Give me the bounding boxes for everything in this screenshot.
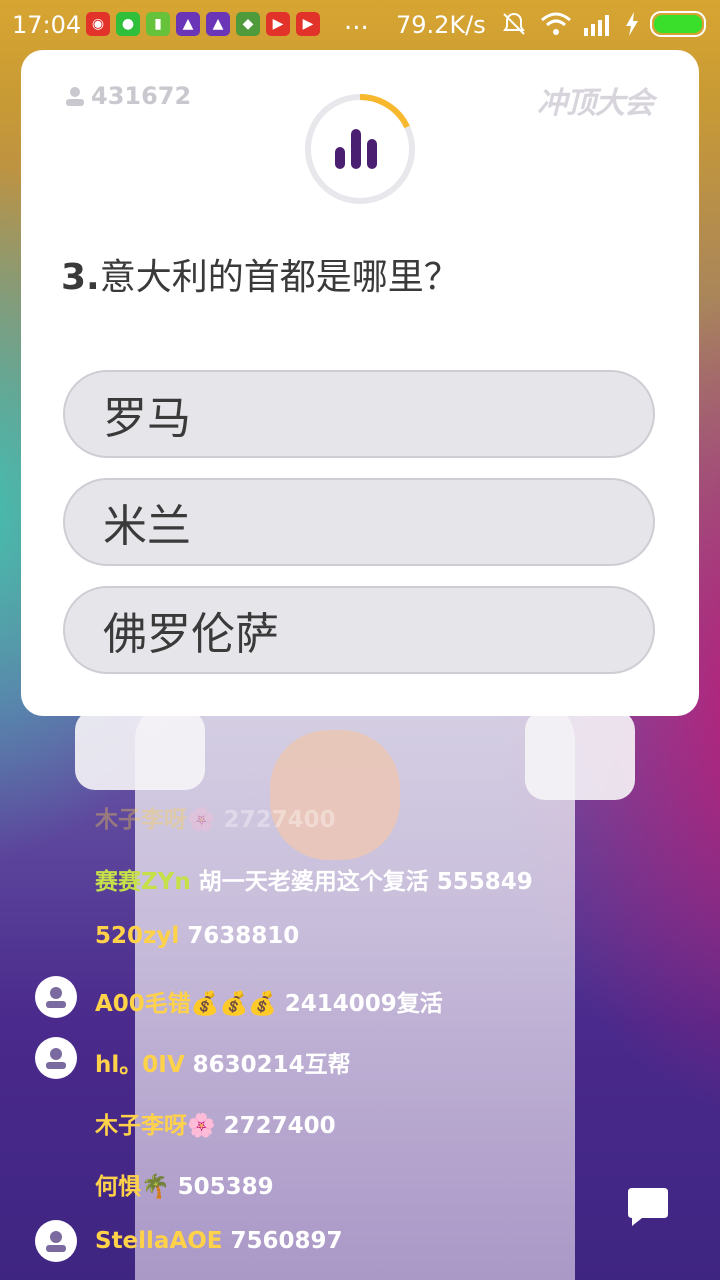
video-icon-2: ▶ (296, 12, 320, 36)
comment-user: 木子李呀 (95, 807, 187, 833)
avatar-icon (46, 1231, 66, 1252)
status-time: 17:04 (12, 11, 82, 39)
video-icon: ▶ (266, 12, 290, 36)
signal-icon (584, 15, 609, 36)
notification-icons: ◉ ● ▮ ▲ ▲ ◆ ▶ ▶ (86, 12, 320, 36)
charging-icon (626, 12, 638, 36)
comment-user: StellaAOE (95, 1228, 223, 1254)
weibo-icon: ◉ (86, 12, 110, 36)
question-text: 3.意大利的首都是哪里？ (61, 248, 460, 300)
comment-item: 木子李呀🌸 2727400 (95, 1106, 336, 1140)
comment-user: hl。0IV (95, 1052, 185, 1078)
answer-label: 米兰 (103, 501, 191, 552)
comment-user: 何惧 (95, 1174, 141, 1200)
comment-user: A00毛错 (95, 991, 191, 1017)
android-icon: ◆ (236, 12, 260, 36)
comment-item: 何惧🌴 505389 (95, 1167, 274, 1201)
comment-user: 木子李呀 (95, 1113, 187, 1139)
answer-option-2[interactable]: 米兰 (63, 478, 655, 566)
comment-text: 505389 (169, 1174, 274, 1200)
host-left-sleeve (75, 710, 205, 790)
comment-text: 2727400 (215, 1113, 336, 1139)
question-number: 3. (61, 257, 100, 298)
countdown-timer (305, 94, 415, 204)
answer-label: 罗马 (103, 393, 191, 444)
comment-text: 胡一天老婆用这个复活 555849 (190, 869, 533, 895)
system-icons (500, 10, 706, 38)
network-speed: 79.2K/s (396, 11, 486, 39)
host-hands (270, 730, 400, 860)
comment-item: 赛赛ZYn 胡一天老婆用这个复活 555849 (95, 862, 533, 896)
comment-item: 520zyl 7638810 (95, 923, 299, 949)
quiz-card: 431672 冲顶大会 3.意大利的首都是哪里？ 罗马 米兰 佛罗伦萨 (21, 50, 699, 716)
comment-text: 2414009复活 (276, 991, 443, 1017)
app-icon-2: ▲ (206, 12, 230, 36)
answer-option-3[interactable]: 佛罗伦萨 (63, 586, 655, 674)
avatar[interactable] (35, 1037, 77, 1079)
answer-label: 佛罗伦萨 (103, 609, 279, 660)
comment-text: 2727400 (215, 807, 336, 833)
comment-item: A00毛错💰💰💰 2414009复活 (95, 984, 443, 1018)
comment-emoji: 🌸 (187, 1113, 216, 1139)
avatar-icon (46, 1048, 66, 1069)
comment-user: 520zyl (95, 923, 180, 949)
comment-text: 8630214互帮 (184, 1052, 351, 1078)
more-notifications: ... (344, 6, 369, 36)
wechat-icon: ● (116, 12, 140, 36)
host-right-sleeve (525, 710, 635, 800)
comment-text: 7560897 (222, 1228, 343, 1254)
answer-option-1[interactable]: 罗马 (63, 370, 655, 458)
user-icon (66, 87, 84, 106)
mute-icon (503, 12, 525, 35)
comment-text: 7638810 (179, 923, 300, 949)
comment-emoji: 🌸 (187, 807, 216, 833)
comment-emoji: 💰💰💰 (190, 991, 277, 1017)
chat-icon[interactable] (626, 1186, 670, 1228)
wifi-icon (541, 12, 571, 35)
viewer-counter: 431672 (65, 82, 191, 110)
brand-logo: 冲顶大会 (537, 86, 654, 121)
comment-user: 赛赛ZYn (95, 869, 191, 895)
comment-emoji: 🌴 (141, 1174, 170, 1200)
comment-item: StellaAOE 7560897 (95, 1228, 343, 1254)
question-body: 意大利的首都是哪里？ (99, 257, 460, 298)
viewer-count: 431672 (91, 82, 192, 110)
status-bar: 17:04 ◉ ● ▮ ▲ ▲ ◆ ▶ ▶ ... 79.2K/s (0, 0, 720, 50)
battery-icon (650, 11, 706, 37)
comment-item: 木子李呀🌸 2727400 (95, 800, 336, 834)
avatar[interactable] (35, 1220, 77, 1262)
app-icon: ▲ (176, 12, 200, 36)
bars-icon (335, 129, 377, 169)
avatar[interactable] (35, 976, 77, 1018)
avatar-icon (46, 987, 66, 1008)
sim-icon: ▮ (146, 12, 170, 36)
comment-item: hl。0IV 8630214互帮 (95, 1045, 351, 1079)
